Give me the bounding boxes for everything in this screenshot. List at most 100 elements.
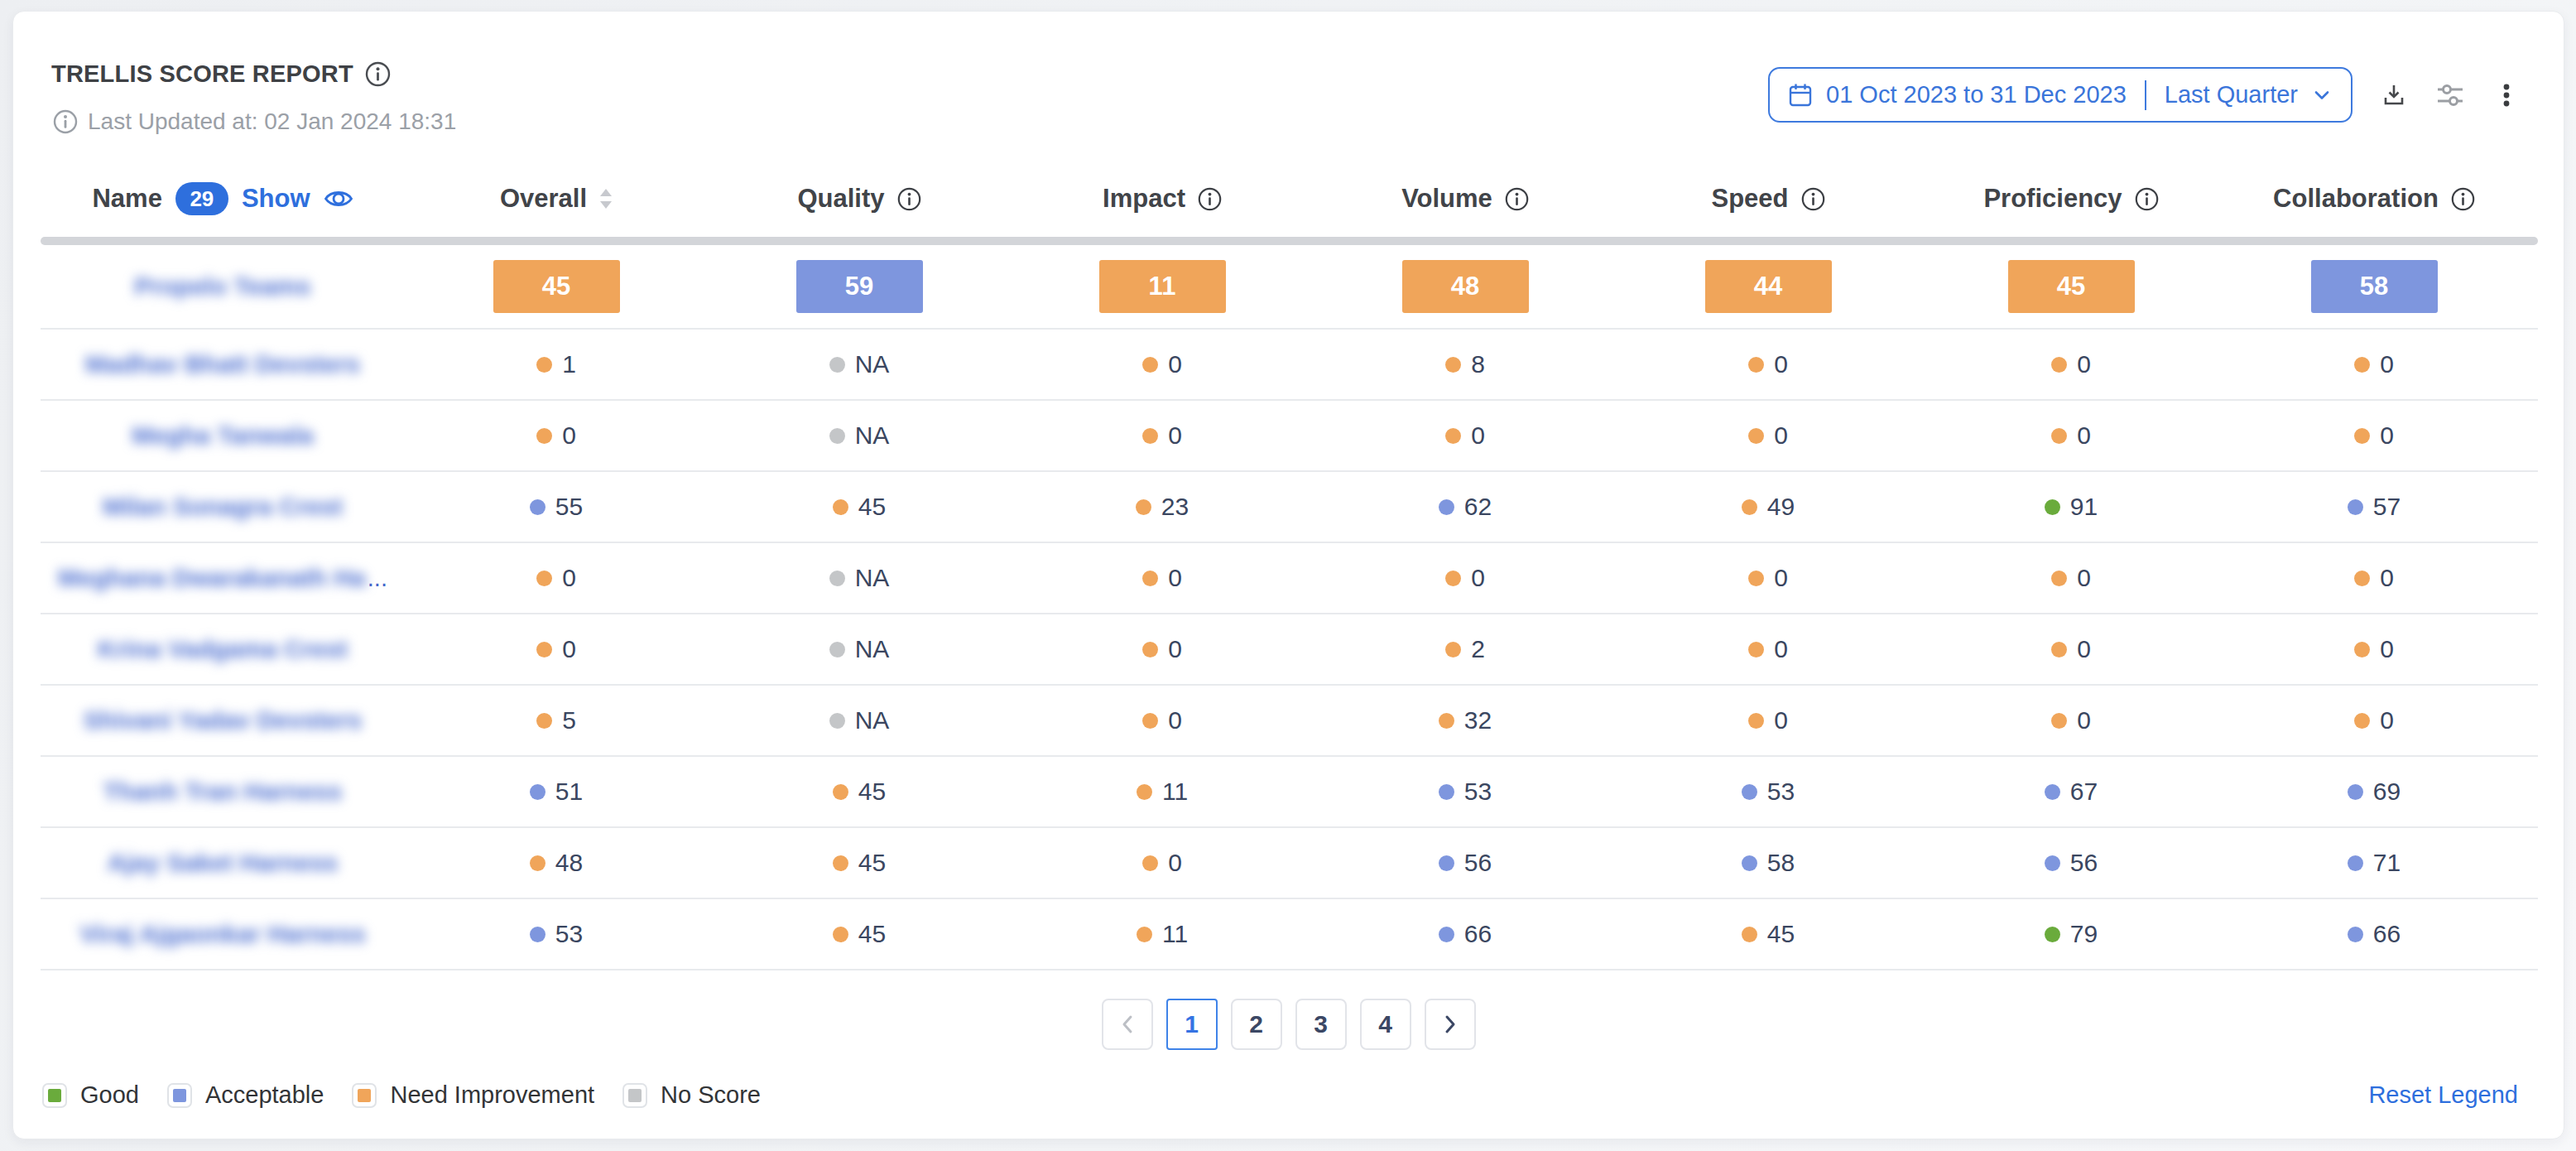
score-level-dot — [833, 927, 848, 942]
score-value: 53 — [1767, 778, 1795, 806]
summary-score-chip[interactable]: 45 — [493, 260, 620, 313]
summary-score-chip[interactable]: 59 — [796, 260, 923, 313]
legend-label: Acceptable — [205, 1081, 324, 1109]
score-cell: 32 — [1439, 706, 1492, 734]
row-name-link[interactable]: Milan Sonagra Crest — [103, 493, 343, 521]
score-level-dot — [1136, 499, 1151, 515]
score-value: 79 — [2070, 920, 2098, 948]
score-value: 0 — [1168, 564, 1182, 592]
score-value: 0 — [2380, 421, 2394, 450]
show-link[interactable]: Show — [242, 184, 310, 214]
summary-score-chip[interactable]: 11 — [1099, 260, 1226, 313]
score-cell: 0 — [536, 635, 576, 663]
score-level-dot — [833, 855, 848, 871]
score-value: 45 — [858, 778, 886, 806]
score-cell: 53 — [1742, 778, 1795, 806]
row-name-link[interactable]: Viraj Ajgaonkar Harness — [79, 920, 365, 948]
summary-score-chip[interactable]: 45 — [2008, 260, 2135, 313]
score-value: 0 — [1774, 421, 1788, 450]
score-value: 91 — [2070, 493, 2098, 521]
date-range-button[interactable]: 01 Oct 2023 to 31 Dec 2023 Last Quarter — [1768, 67, 2353, 123]
info-icon[interactable] — [2135, 187, 2159, 211]
score-cell: 56 — [2045, 849, 2098, 877]
row-name-link[interactable]: Ajay Saket Harness — [108, 849, 339, 877]
summary-score-value: 45 — [2057, 272, 2085, 301]
score-level-dot — [1142, 855, 1158, 871]
row-name-link[interactable]: Meghana Dwarakanath Ha — [58, 564, 366, 592]
score-value: 69 — [2373, 778, 2401, 806]
info-icon[interactable] — [1801, 187, 1825, 211]
column-header-overall[interactable]: Overall — [405, 184, 708, 214]
pagination-prev-button[interactable] — [1102, 999, 1153, 1050]
summary-score-chip[interactable]: 58 — [2311, 260, 2438, 313]
summary-score-chip[interactable]: 44 — [1705, 260, 1832, 313]
pagination-page-1[interactable]: 1 — [1166, 999, 1218, 1050]
legend-item-no_score[interactable]: No Score — [622, 1081, 761, 1109]
score-level-dot — [829, 571, 845, 586]
legend-checkbox[interactable] — [167, 1083, 192, 1108]
row-name-link[interactable]: Krina Vadgama Crest — [98, 635, 348, 663]
score-level-dot — [2348, 499, 2363, 515]
column-label: Speed — [1711, 184, 1788, 214]
score-value: 45 — [858, 493, 886, 521]
legend-item-acceptable[interactable]: Acceptable — [167, 1081, 324, 1109]
row-name-link[interactable]: Shivani Yadav Devsters — [84, 706, 362, 734]
legend-checkbox[interactable] — [352, 1083, 377, 1108]
settings-sliders-icon[interactable] — [2435, 80, 2465, 110]
more-options-icon[interactable] — [2492, 81, 2521, 109]
score-value: NA — [855, 350, 890, 378]
score-value: 45 — [1767, 920, 1795, 948]
score-cell: 58 — [1742, 849, 1795, 877]
summary-score-chip[interactable]: 48 — [1402, 260, 1529, 313]
score-cell: 0 — [2354, 635, 2394, 663]
row-name-link[interactable]: Propelo Teams — [135, 272, 311, 301]
score-cell: NA — [829, 350, 890, 378]
score-level-dot — [1748, 571, 1764, 586]
toolbar: 01 Oct 2023 to 31 Dec 2023 Last Quarter — [1768, 67, 2521, 123]
score-level-dot — [1445, 357, 1461, 373]
score-level-dot — [2051, 713, 2067, 729]
score-cell: 0 — [1445, 421, 1485, 450]
score-cell: 0 — [2051, 635, 2091, 663]
score-level-dot — [1137, 784, 1152, 800]
score-cell: 5 — [536, 706, 576, 734]
score-level-dot — [1742, 784, 1757, 800]
download-icon[interactable] — [2380, 81, 2408, 109]
score-cell: 11 — [1137, 778, 1188, 806]
row-name-link[interactable]: Thanh Tran Harness — [103, 778, 342, 806]
reset-legend-link[interactable]: Reset Legend — [2368, 1081, 2518, 1109]
info-icon[interactable] — [2451, 187, 2475, 211]
score-level-dot — [1742, 499, 1757, 515]
eye-icon[interactable] — [324, 186, 353, 211]
legend-item-good[interactable]: Good — [42, 1081, 139, 1109]
legend-items: Good Acceptable Need Improvement No Score — [42, 1081, 789, 1109]
pagination-page-2[interactable]: 2 — [1231, 999, 1282, 1050]
legend-color-swatch — [628, 1089, 642, 1102]
info-icon[interactable] — [1505, 187, 1529, 211]
title-info-icon[interactable] — [365, 61, 391, 87]
legend-checkbox[interactable] — [42, 1083, 67, 1108]
row-name-link[interactable]: Madhav Bhatt Devsters — [85, 350, 360, 378]
legend-checkbox[interactable] — [622, 1083, 647, 1108]
info-icon[interactable] — [1198, 187, 1222, 211]
score-cell: 11 — [1137, 920, 1188, 948]
score-level-dot — [530, 855, 545, 871]
column-label: Collaboration — [2273, 184, 2439, 214]
score-cell: 0 — [2354, 564, 2394, 592]
sort-icon[interactable] — [599, 188, 613, 209]
pagination-page-4[interactable]: 4 — [1360, 999, 1411, 1050]
column-label: Overall — [500, 184, 587, 214]
row-name-link[interactable]: Megha Tanwala — [132, 421, 314, 450]
score-level-dot — [1439, 927, 1454, 942]
score-value: 56 — [2070, 849, 2098, 877]
last-updated-text: Last Updated at: 02 Jan 2024 18:31 — [88, 108, 456, 135]
table-header-row: Name 29 Show OverallQualityImpactVolumeS… — [41, 169, 2538, 229]
info-icon[interactable] — [897, 187, 921, 211]
score-value: 0 — [2077, 706, 2091, 734]
legend-item-need_improvement[interactable]: Need Improvement — [352, 1081, 594, 1109]
score-value: 0 — [1168, 421, 1182, 450]
score-cell: 0 — [1445, 564, 1485, 592]
pagination-page-3[interactable]: 3 — [1295, 999, 1347, 1050]
table-row: Krina Vadgama Crest0NA02000 — [41, 614, 2538, 686]
pagination-next-button[interactable] — [1425, 999, 1476, 1050]
